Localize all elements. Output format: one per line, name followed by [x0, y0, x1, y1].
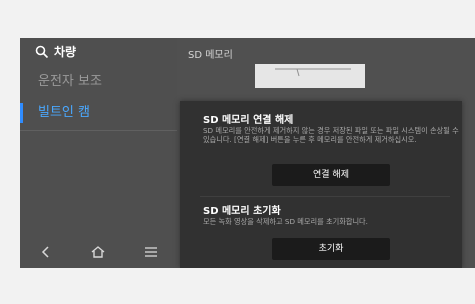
menu-icon: [144, 247, 157, 257]
format-button[interactable]: 초기화: [272, 238, 390, 260]
sd-memory-graphic: [255, 64, 365, 88]
sidebar-item-driver-assist[interactable]: 운전자 보조: [20, 69, 177, 95]
back-icon: [42, 246, 49, 258]
home-icon: [92, 246, 105, 258]
sidebar-divider: [20, 130, 177, 131]
sidebar: 차량 운전자 보조 빌트인 캠: [20, 38, 177, 268]
sidebar-title: 차량: [54, 45, 77, 59]
sidebar-header[interactable]: 차량: [20, 38, 177, 64]
back-button[interactable]: [31, 238, 61, 266]
format-title: SD 메모리 초기화: [203, 206, 281, 217]
panel-divider: [200, 196, 450, 197]
disconnect-button[interactable]: 연결 해제: [272, 164, 390, 186]
sidebar-item-label: 빌트인 캠: [38, 105, 90, 120]
vehicle-screen: 차량 운전자 보조 빌트인 캠 SD 메모리 SD 메모리 연결 해제 SD 메…: [20, 38, 475, 268]
sd-memory-dialog: SD 메모리 연결 해제 SD 메모리를 안전하게 제거하지 않는 경우 저장된…: [180, 101, 462, 268]
sidebar-item-builtin-cam[interactable]: 빌트인 캠: [20, 100, 177, 126]
active-marker: [20, 103, 23, 123]
sidebar-item-label: 운전자 보조: [38, 74, 102, 89]
search-icon[interactable]: [35, 45, 49, 59]
disconnect-title: SD 메모리 연결 해제: [203, 115, 294, 126]
sd-memory-line: [275, 68, 351, 77]
page-title: SD 메모리: [188, 50, 233, 61]
disconnect-description: SD 메모리를 안전하게 제거하지 않는 경우 저장된 파일 또는 파일 시스템…: [203, 126, 459, 144]
bottom-nav: [20, 236, 177, 268]
home-button[interactable]: [83, 238, 113, 266]
menu-button[interactable]: [136, 238, 166, 266]
format-description: 모든 녹화 영상을 삭제하고 SD 메모리를 초기화합니다.: [203, 217, 368, 226]
